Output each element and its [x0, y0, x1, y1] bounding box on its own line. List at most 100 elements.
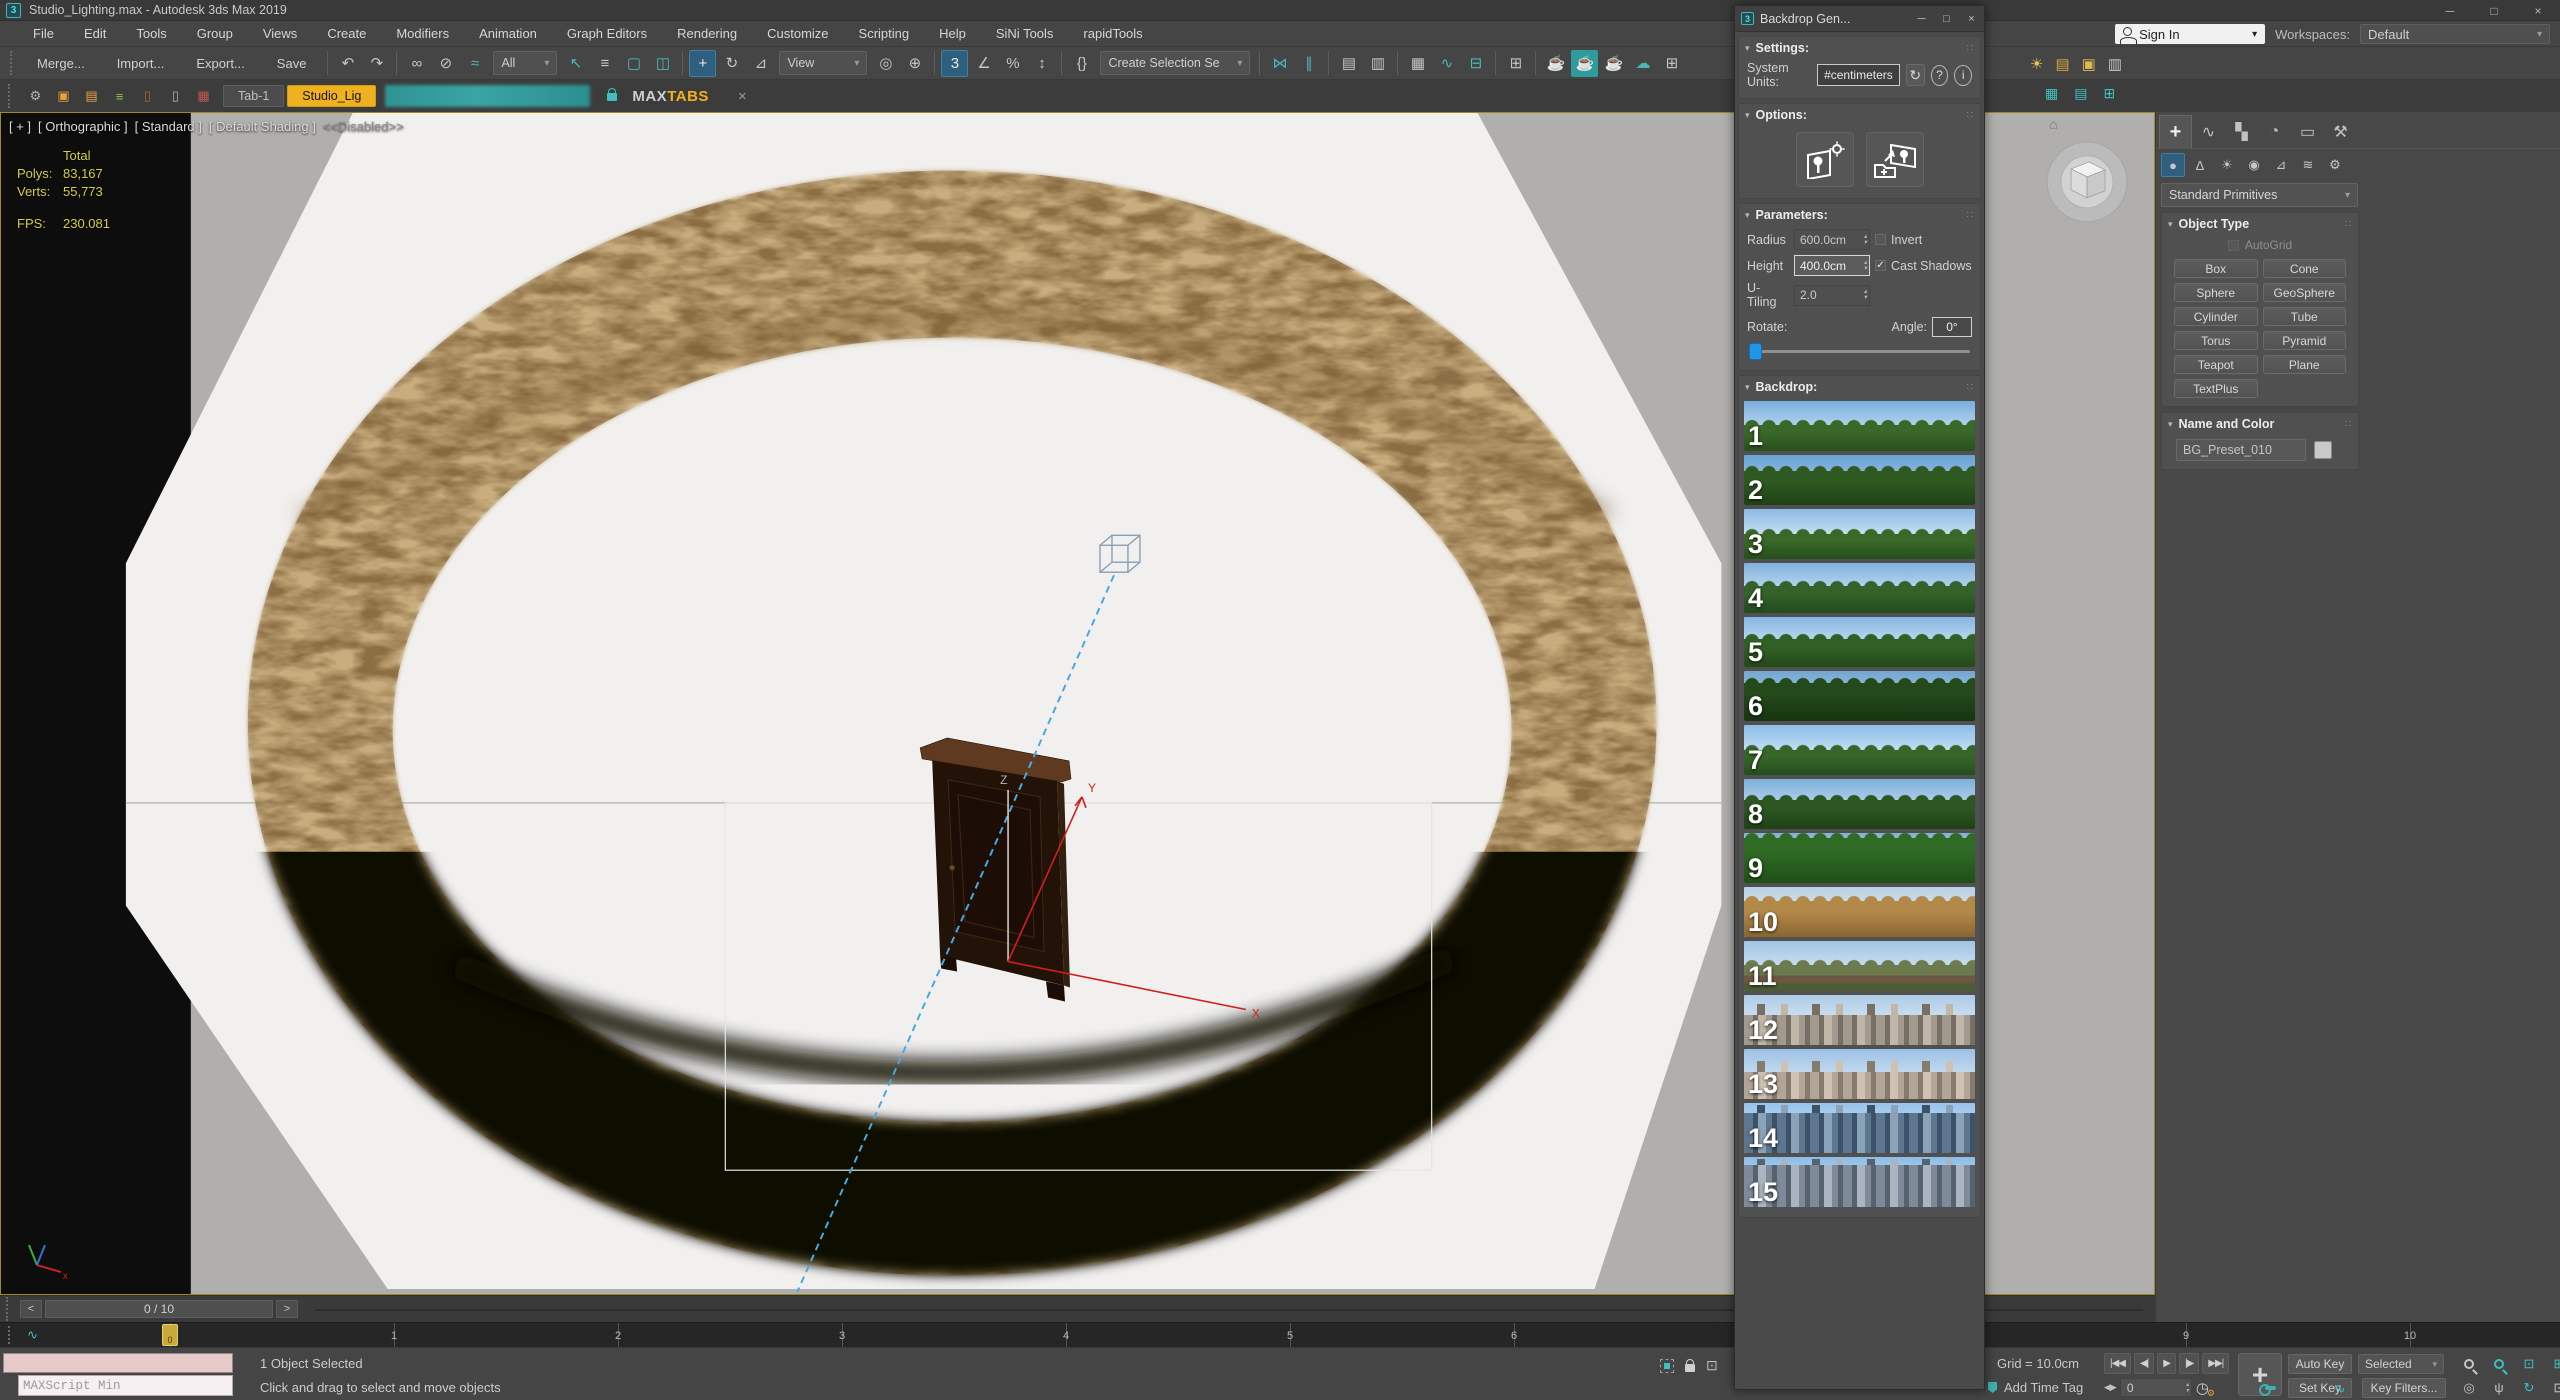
- tab-1[interactable]: Tab-1: [223, 85, 284, 107]
- close-icon[interactable]: ×: [738, 88, 747, 105]
- backdrop-thumbnail[interactable]: 4: [1744, 563, 1975, 613]
- tab-doc-copy-icon[interactable]: ▯: [164, 85, 187, 107]
- select-object-icon[interactable]: ↖ ▾: [562, 50, 589, 77]
- close-button[interactable]: ×: [2516, 0, 2560, 21]
- selection-filter-dropdown[interactable]: All ▾: [493, 51, 557, 75]
- minimize-button[interactable]: ─: [2428, 0, 2472, 21]
- key-filters-button[interactable]: Key Filters...: [2362, 1378, 2446, 1398]
- absolute-mode-toggle[interactable]: ⊡: [1706, 1357, 1718, 1374]
- lights-icon[interactable]: ☀: [2215, 153, 2239, 177]
- maximize-viewport-icon[interactable]: ⊡: [2548, 1377, 2560, 1398]
- maxtabs-lock-icon[interactable]: ▦: [2045, 85, 2058, 102]
- selection-lock-toggle[interactable]: [1685, 1364, 1695, 1372]
- toolbar-item[interactable]: ▾: [1397, 51, 1398, 75]
- object-type-button[interactable]: Teapot: [2174, 355, 2258, 374]
- merge-button[interactable]: Merge... ▾: [21, 51, 101, 75]
- tab-config-gear-icon[interactable]: ⚙: [24, 85, 47, 107]
- toggle-layer-explorer-icon[interactable]: ▥ ▾: [1364, 50, 1391, 77]
- maxscript-listener-pink[interactable]: [3, 1353, 233, 1373]
- object-type-button[interactable]: GeoSphere: [2263, 283, 2347, 302]
- object-type-button[interactable]: Cone: [2263, 259, 2347, 278]
- undo-icon[interactable]: ↶ ▾: [334, 50, 361, 77]
- spinner-snap-icon[interactable]: ↕ ▾: [1028, 50, 1055, 77]
- helpers-icon[interactable]: ⊿: [2269, 153, 2293, 177]
- viewport-menu-general[interactable]: [ + ]: [9, 119, 31, 134]
- toolbar-grip[interactable]: [10, 51, 15, 75]
- toolbar-item[interactable]: ▾: [1535, 51, 1536, 75]
- window-crossing-icon[interactable]: ◫ ▾: [649, 50, 676, 77]
- unlink-selection-icon[interactable]: ⊘ ▾: [432, 50, 459, 77]
- rollout-header[interactable]: ▾ Backdrop: ∷: [1739, 376, 1980, 398]
- refresh-icon[interactable]: ↻: [1906, 64, 1925, 86]
- play-button[interactable]: ▶: [2157, 1353, 2176, 1374]
- toolbar-item[interactable]: ▾: [1061, 51, 1062, 75]
- slider-knob[interactable]: [1749, 343, 1762, 360]
- spinner-arrows-icon[interactable]: ▴▾: [1864, 286, 1867, 305]
- new-key-mode-icon[interactable]: ∿: [2334, 1380, 2346, 1397]
- reference-coordinate-dropdown[interactable]: View ▾: [779, 51, 867, 75]
- backdrop-thumbnail[interactable]: 9: [1744, 833, 1975, 883]
- save-button[interactable]: Save ▾: [261, 51, 323, 75]
- zoom-icon[interactable]: [2458, 1353, 2480, 1374]
- menu-item[interactable]: Customize: [752, 21, 843, 47]
- go-to-end-button[interactable]: ▶▶|: [2202, 1353, 2229, 1374]
- cameras-icon[interactable]: ◉: [2242, 153, 2266, 177]
- bind-to-space-warp-icon[interactable]: ≈ ▾: [461, 50, 488, 77]
- tab-display[interactable]: ▭: [2291, 115, 2324, 148]
- rollout-header[interactable]: ▾ Settings: ∷: [1739, 37, 1980, 59]
- primitive-category-dropdown[interactable]: Standard Primitives ▾: [2161, 183, 2358, 207]
- isolate-layer-icon[interactable]: ▣: [2082, 55, 2096, 73]
- angle-field[interactable]: 0°: [1932, 317, 1972, 337]
- shapes-icon[interactable]: Δ: [2188, 153, 2212, 177]
- object-type-button[interactable]: Pyramid: [2263, 331, 2347, 350]
- panel-minimize-button[interactable]: ─: [1909, 6, 1934, 32]
- info-icon[interactable]: i: [1954, 65, 1972, 86]
- track-bar[interactable]: ∿ 012345678910 0: [0, 1322, 2560, 1347]
- menu-item[interactable]: Rendering: [662, 21, 752, 47]
- menu-item[interactable]: SiNi Tools: [981, 21, 1069, 47]
- drag-handle-icon[interactable]: ∷: [1967, 382, 1974, 393]
- radius-spinner[interactable]: 600.0cm ▴▾: [1794, 229, 1870, 250]
- pan-icon[interactable]: ψ: [2488, 1377, 2510, 1398]
- toolbar-item[interactable]: ▾: [327, 51, 328, 75]
- backdrop-thumbnail[interactable]: 14: [1744, 1103, 1975, 1153]
- tab-new-icon[interactable]: ▦: [192, 85, 215, 107]
- systems-icon[interactable]: ⚙: [2323, 153, 2347, 177]
- menu-item[interactable]: Views: [248, 21, 312, 47]
- toggle-scene-explorer-icon[interactable]: ▤ ▾: [1335, 50, 1362, 77]
- drag-handle-icon[interactable]: ∷: [1967, 43, 1974, 54]
- quad-view-icon[interactable]: ⊞ ▾: [1658, 50, 1685, 77]
- tab-doc-red-icon[interactable]: ▯: [136, 85, 159, 107]
- toolbar-item[interactable]: ▾: [682, 51, 683, 75]
- time-slider-marker[interactable]: 0: [162, 1324, 178, 1346]
- space-warps-icon[interactable]: ≋: [2296, 153, 2320, 177]
- go-to-start-button[interactable]: |◀◀: [2104, 1353, 2131, 1374]
- select-and-rotate-icon[interactable]: ↻ ▾: [718, 50, 745, 77]
- viewport-menu-shading[interactable]: [ Default Shading ]: [209, 119, 316, 134]
- tab-motion[interactable]: ◔: [2258, 115, 2291, 148]
- maxtabs-grid-icon[interactable]: ▤: [2074, 85, 2087, 102]
- backdrop-thumbnail[interactable]: 5: [1744, 617, 1975, 667]
- snap-toggle-3d-icon[interactable]: 3 ▾: [941, 50, 968, 77]
- object-color-swatch[interactable]: [2314, 441, 2332, 459]
- dope-sheet-icon[interactable]: ⊟ ▾: [1462, 50, 1489, 77]
- rollout-header[interactable]: ▾ Name and Color ∷: [2162, 413, 2358, 435]
- align-icon[interactable]: ∥ ▾: [1295, 50, 1322, 77]
- tab-modify[interactable]: ∿: [2192, 115, 2225, 148]
- panel-close-button[interactable]: ×: [1959, 6, 1984, 32]
- export-button[interactable]: Export... ▾: [180, 51, 260, 75]
- key-step-toggle[interactable]: ◀▶: [2104, 1382, 2116, 1393]
- tab-load-icon[interactable]: ▤: [80, 85, 103, 107]
- spinner-arrows-icon[interactable]: ▴▾: [2186, 1379, 2189, 1396]
- system-units-field[interactable]: #centimeters: [1817, 64, 1900, 86]
- menu-item[interactable]: Edit: [69, 21, 121, 47]
- render-setup-icon[interactable]: ☕ ▾: [1542, 50, 1569, 77]
- backdrop-thumbnail[interactable]: 10: [1744, 887, 1975, 937]
- import-button[interactable]: Import... ▾: [101, 51, 181, 75]
- select-and-link-icon[interactable]: ∞ ▾: [403, 50, 430, 77]
- tab-hierarchy[interactable]: ▚: [2225, 115, 2258, 148]
- backdrop-thumbnail[interactable]: 15: [1744, 1157, 1975, 1207]
- curve-editor-icon[interactable]: ∿ ▾: [1433, 50, 1460, 77]
- toolbar-item[interactable]: ▾: [934, 51, 935, 75]
- isolate-selection-toggle[interactable]: [1660, 1359, 1674, 1373]
